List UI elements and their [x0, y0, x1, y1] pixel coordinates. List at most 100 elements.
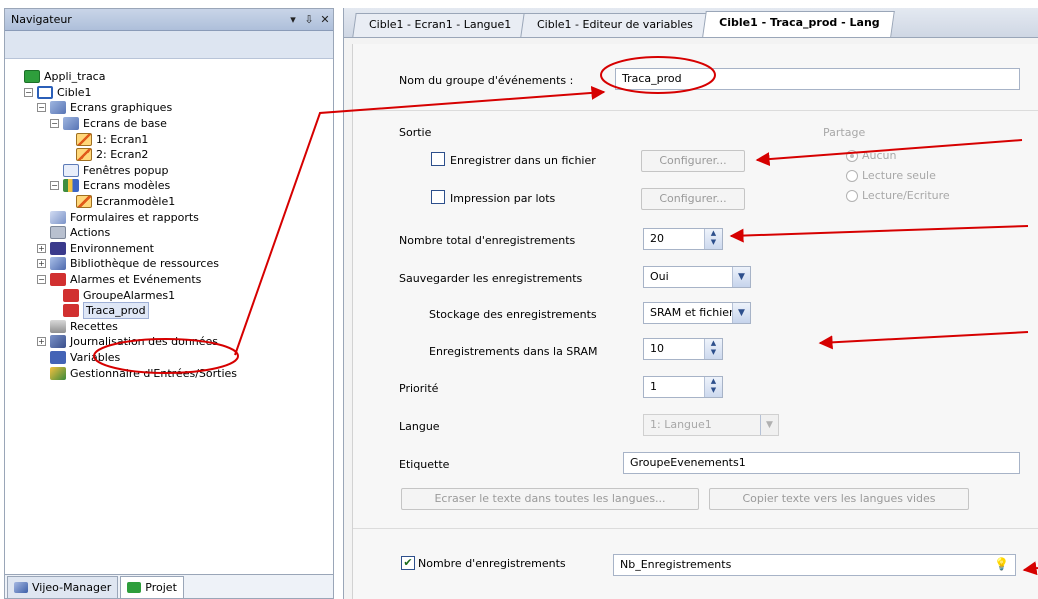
tree-item[interactable]: − Ecrans modèles: [11, 178, 333, 194]
tree-item[interactable]: Variables: [11, 350, 333, 366]
share-none-label: Aucun: [862, 149, 897, 162]
navigator-pane: Navigateur ▾ ⇩ ✕ Appli_traca − Cible1 − Ecra…: [4, 8, 334, 599]
tab-traca-prod[interactable]: Cible1 - Traca_prod - Lang: [702, 11, 895, 37]
recipe-icon: [50, 319, 66, 333]
overwrite-text-button[interactable]: Ecraser le texte dans toutes les langues…: [401, 488, 699, 510]
pin-icon[interactable]: ⇩: [301, 13, 317, 26]
expand-icon[interactable]: +: [37, 337, 46, 347]
tree-item[interactable]: 1: Ecran1: [11, 131, 333, 147]
storage-value: SRAM et fichier: [650, 306, 734, 319]
tree-item[interactable]: − Cible1: [11, 85, 333, 101]
tab-label: Cible1 - Ecran1 - Langue1: [369, 18, 512, 31]
collapse-icon[interactable]: −: [24, 87, 33, 97]
editor-tabs: Cible1 - Ecran1 - Langue1 Cible1 - Edite…: [344, 8, 1038, 38]
tree-item[interactable]: − Ecrans de base: [11, 116, 333, 132]
popup-icon: [63, 163, 79, 177]
tree-item[interactable]: GroupeAlarmes1: [11, 287, 333, 303]
tree-item[interactable]: Actions: [11, 225, 333, 241]
expand-icon[interactable]: +: [37, 243, 46, 253]
collapse-icon[interactable]: −: [37, 103, 46, 113]
tree-item[interactable]: Formulaires et rapports: [11, 209, 333, 225]
tree-item[interactable]: Ecranmodèle1: [11, 194, 333, 210]
tab-projet[interactable]: Projet: [120, 576, 184, 598]
tree-item[interactable]: 2: Ecran2: [11, 147, 333, 163]
folder-icon: [50, 101, 66, 115]
save-file-checkbox[interactable]: [431, 152, 445, 166]
sram-records-label: Enregistrements dans la SRAM: [429, 345, 598, 358]
target-icon: [37, 85, 53, 99]
collapse-icon[interactable]: −: [50, 181, 59, 191]
close-icon[interactable]: ✕: [317, 13, 333, 26]
sram-records-stepper[interactable]: 10 ▲ ▼: [643, 338, 723, 360]
expand-icon[interactable]: +: [37, 259, 46, 269]
tree-item[interactable]: Traca_prod: [11, 302, 333, 320]
configure-file-button[interactable]: Configurer...: [641, 150, 745, 172]
tree-item[interactable]: Gestionnaire d'Entrées/Sorties: [11, 365, 333, 381]
tree-item[interactable]: + Environnement: [11, 241, 333, 257]
share-readwrite-radio[interactable]: [846, 190, 858, 202]
copy-text-button[interactable]: Copier texte vers les langues vides: [709, 488, 969, 510]
tab-label: Cible1 - Editeur de variables: [537, 18, 694, 31]
group-name-label: Nom du groupe d'événements :: [399, 74, 574, 87]
tree-item-label: Ecrans de base: [83, 117, 167, 131]
record-count-variable-value: Nb_Enregistrements: [620, 558, 732, 571]
tab-label: Vijeo-Manager: [32, 581, 112, 594]
tab-variable-editor[interactable]: Cible1 - Editeur de variables: [520, 13, 708, 37]
collapse-icon[interactable]: −: [37, 275, 46, 285]
configure-print-button[interactable]: Configurer...: [641, 188, 745, 210]
stepper-arrows-icon[interactable]: ▲ ▼: [704, 339, 722, 359]
template-icon: [63, 179, 79, 193]
vijeo-manager-icon: [14, 582, 28, 593]
chevron-down-icon[interactable]: ▼: [732, 267, 750, 287]
tree-item[interactable]: Appli_traca: [11, 69, 333, 85]
project-tree: Appli_traca − Cible1 − Ecrans graphiques − Ecr…: [5, 59, 333, 577]
tree-item[interactable]: + Bibliothèque de ressources: [11, 256, 333, 272]
storage-select[interactable]: SRAM et fichier ▼: [643, 302, 751, 324]
total-records-label: Nombre total d'enregistrements: [399, 234, 576, 247]
chevron-down-icon[interactable]: ▼: [732, 303, 750, 323]
tree-item-label: Cible1: [57, 85, 92, 99]
tree-item[interactable]: − Alarmes et Evénements: [11, 272, 333, 288]
navigator-tabs: Vijeo-Manager Projet: [5, 574, 333, 598]
folder-icon: [63, 117, 79, 131]
record-count-variable-input[interactable]: Nb_Enregistrements 💡: [613, 554, 1016, 576]
tree-item[interactable]: − Ecrans graphiques: [11, 100, 333, 116]
alarm-icon: [50, 273, 66, 287]
share-readonly-radio[interactable]: [846, 170, 858, 182]
language-select[interactable]: 1: Langue1 ▼: [643, 414, 779, 436]
tree-item-label: Traca_prod: [83, 302, 149, 320]
tab-label: Projet: [145, 581, 177, 594]
record-count-checkbox[interactable]: ✔: [401, 556, 415, 570]
lightbulb-icon[interactable]: 💡: [994, 557, 1009, 571]
total-records-stepper[interactable]: 20 ▲ ▼: [643, 228, 723, 250]
tab-vijeo-manager[interactable]: Vijeo-Manager: [7, 576, 119, 598]
group-name-input[interactable]: Traca_prod: [615, 68, 1020, 90]
tree-item-label: 1: Ecran1: [96, 132, 149, 146]
pencil-icon: [76, 132, 92, 146]
share-none-radio[interactable]: [846, 150, 858, 162]
pencil-icon: [76, 148, 92, 162]
tree-item-label: Actions: [70, 226, 111, 240]
stepper-arrows-icon[interactable]: ▲ ▼: [704, 377, 722, 397]
batch-print-checkbox[interactable]: [431, 190, 445, 204]
tree-item-label: Fenêtres popup: [83, 163, 169, 177]
tree-item[interactable]: Recettes: [11, 319, 333, 335]
tree-item-label: Appli_traca: [44, 70, 106, 84]
stepper-arrows-icon[interactable]: ▲ ▼: [704, 229, 722, 249]
batch-print-label: Impression par lots: [450, 192, 556, 205]
tab-ecran1[interactable]: Cible1 - Ecran1 - Langue1: [352, 13, 526, 37]
collapse-icon[interactable]: −: [50, 119, 59, 129]
tree-item-label: Alarmes et Evénements: [70, 273, 202, 287]
priority-stepper[interactable]: 1 ▲ ▼: [643, 376, 723, 398]
tree-item[interactable]: + Journalisation des données: [11, 334, 333, 350]
tree-item[interactable]: Fenêtres popup: [11, 163, 333, 179]
priority-label: Priorité: [399, 382, 439, 395]
tag-input[interactable]: GroupeEvenements1: [623, 452, 1020, 474]
tree-item-label: Formulaires et rapports: [70, 210, 199, 224]
save-records-select[interactable]: Oui ▼: [643, 266, 751, 288]
tree-item-label: Journalisation des données: [70, 335, 219, 349]
app-icon: [24, 70, 40, 84]
dropdown-icon[interactable]: ▾: [285, 13, 301, 26]
tree-item-label: Ecrans modèles: [83, 179, 171, 193]
chevron-down-icon[interactable]: ▼: [760, 415, 778, 435]
